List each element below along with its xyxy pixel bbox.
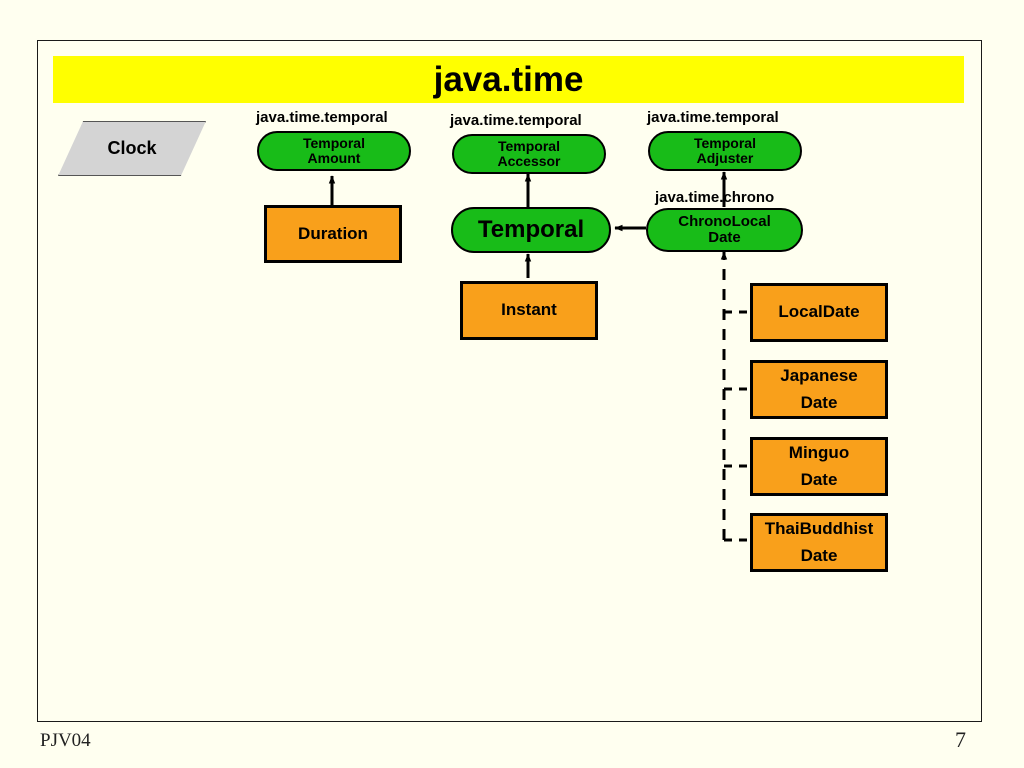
node-temporaladjuster[interactable]: Temporal Adjuster — [648, 131, 802, 171]
node-thaibuddhistdate[interactable]: ThaiBuddhist Date — [750, 513, 888, 572]
node-temporalaccessor[interactable]: Temporal Accessor — [452, 134, 606, 174]
node-duration-label: Duration — [298, 223, 368, 243]
node-localdate-line1: LocalDate — [778, 302, 860, 322]
node-localdate[interactable]: LocalDate — [750, 283, 888, 342]
node-minguodate-line2: Date — [800, 469, 838, 489]
node-temporaladjuster-line1: Temporal — [694, 135, 756, 152]
node-clock-label: Clock — [107, 138, 157, 158]
node-temporalamount-line2: Amount — [307, 150, 361, 166]
node-chronolocaldate-line1: ChronoLocal — [678, 213, 771, 231]
node-temporaladjuster-line2: Adjuster — [696, 150, 754, 166]
node-temporal-label: Temporal — [477, 216, 585, 244]
footer-course-code: PJV04 — [40, 730, 91, 751]
node-thaibuddhistdate-line2: Date — [800, 545, 838, 565]
node-minguodate[interactable]: Minguo Date — [750, 437, 888, 496]
package-label-temporalamount: java.time.temporal — [256, 109, 388, 126]
node-clock[interactable]: Clock — [58, 121, 206, 176]
node-thaibuddhistdate-line1: ThaiBuddhist — [764, 519, 874, 539]
node-duration[interactable]: Duration — [264, 205, 402, 263]
package-label-temporalaccessor: java.time.temporal — [450, 112, 582, 129]
node-temporalaccessor-line1: Temporal — [498, 138, 560, 155]
package-label-chronolocaldate: java.time.chrono — [655, 189, 775, 206]
package-label-temporaladjuster: java.time.temporal — [647, 109, 779, 126]
node-temporalamount-line1: Temporal — [303, 135, 365, 152]
node-chronolocaldate[interactable]: ChronoLocal Date — [646, 208, 803, 252]
node-japanesedate[interactable]: Japanese Date — [750, 360, 888, 419]
node-temporalamount[interactable]: Temporal Amount — [257, 131, 411, 171]
node-temporal[interactable]: Temporal — [451, 207, 611, 253]
node-minguodate-line1: Minguo — [788, 443, 850, 463]
node-japanesedate-line1: Japanese — [780, 366, 858, 386]
footer-page-number: 7 — [955, 727, 966, 752]
node-instant[interactable]: Instant — [460, 281, 598, 340]
node-temporalaccessor-line2: Accessor — [497, 153, 561, 169]
node-instant-label: Instant — [501, 300, 557, 320]
node-japanesedate-line2: Date — [800, 392, 838, 412]
node-chronolocaldate-line2: Date — [708, 229, 741, 246]
